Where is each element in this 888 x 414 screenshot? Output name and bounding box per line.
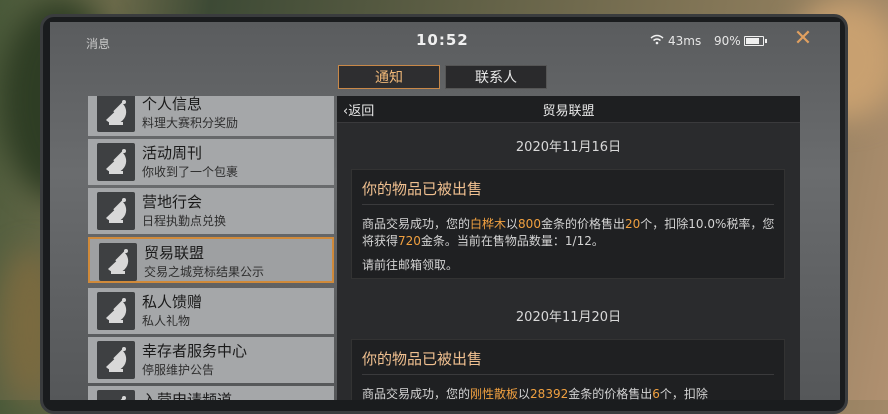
messages-label: 消息 — [86, 37, 111, 51]
list-item-title: 入营申请频道 — [142, 391, 233, 400]
satellite-dish-icon — [97, 341, 135, 379]
message-card: 你的物品已被出售 商品交易成功，您的白桦木以800金条的价格售出20个，扣除10… — [351, 169, 785, 279]
panel-title: 贸易联盟 — [542, 104, 595, 119]
message-date: 2020年11月16日 — [515, 140, 622, 155]
back-button[interactable]: ‹返回 — [343, 100, 374, 119]
satellite-dish-icon — [97, 143, 135, 181]
list-item-subtitle: 交易之城竞标结果公示 — [144, 265, 265, 279]
tab-contacts[interactable]: 联系人 — [445, 65, 547, 89]
list-item-title: 个人信息 — [142, 96, 203, 113]
list-item-personal-info[interactable]: 个人信息 料理大赛积分奖励 — [88, 96, 334, 136]
message-body: 商品交易成功，您的刚性散板以28392金条的价格售出6个，扣除 — [362, 387, 708, 400]
satellite-dish-icon — [97, 390, 135, 400]
list-item-title: 幸存者服务中心 — [142, 342, 248, 360]
list-item-title: 贸易联盟 — [144, 244, 205, 262]
satellite-dish-icon — [97, 292, 135, 330]
list-item-camp-application[interactable]: 入营申请频道 — [88, 386, 334, 400]
message-body: 商品交易成功，您的白桦木以800金条的价格售出20个，扣除10.0%税率，您将获… — [362, 217, 775, 248]
message-date: 2020年11月20日 — [515, 310, 622, 325]
status-bar: 消息 10:52 43ms 90% ✕ — [50, 22, 840, 60]
wifi-icon — [650, 34, 664, 48]
list-item-survivor-service[interactable]: 幸存者服务中心 停服维护公告 — [88, 337, 334, 383]
list-item-subtitle: 停服维护公告 — [142, 363, 215, 377]
channel-list[interactable]: 个人信息 料理大赛积分奖励 活动周刊 你收到了一个包裹 营地行会 日程执勤点兑换… — [88, 96, 336, 400]
list-item-title: 活动周刊 — [142, 144, 203, 162]
list-item-camp-guild[interactable]: 营地行会 日程执勤点兑换 — [88, 188, 334, 234]
ping-readout: 43ms — [668, 34, 702, 48]
list-item-title: 私人馈赠 — [142, 293, 203, 311]
message-heading: 你的物品已被出售 — [362, 350, 483, 368]
list-item-subtitle: 料理大赛积分奖励 — [142, 116, 239, 130]
list-item-weekly-events[interactable]: 活动周刊 你收到了一个包裹 — [88, 139, 334, 185]
list-item-private-gift[interactable]: 私人馈赠 私人礼物 — [88, 288, 334, 334]
message-panel: 贸易联盟 ‹返回 2020年11月16日 你的物品已被出售 商品交易成功，您的白… — [337, 96, 800, 400]
list-item-subtitle: 私人礼物 — [142, 314, 191, 328]
close-icon[interactable]: ✕ — [790, 26, 816, 52]
list-item-title: 营地行会 — [142, 193, 203, 211]
battery-icon — [744, 36, 767, 46]
satellite-dish-icon — [97, 192, 135, 230]
divider — [362, 374, 774, 375]
message-card: 你的物品已被出售 商品交易成功，您的刚性散板以28392金条的价格售出6个，扣除 — [351, 339, 785, 400]
message-note: 请前往邮箱领取。 — [362, 258, 459, 272]
satellite-dish-icon — [99, 243, 137, 281]
satellite-dish-icon — [97, 96, 135, 132]
panel-header: 贸易联盟 ‹返回 — [337, 96, 800, 123]
clock: 10:52 — [416, 31, 469, 49]
list-item-subtitle: 你收到了一个包裹 — [142, 165, 239, 179]
message-heading: 你的物品已被出售 — [362, 180, 483, 198]
battery-percent: 90% — [714, 34, 741, 48]
divider — [362, 204, 774, 205]
phone-screen: 消息 10:52 43ms 90% ✕ 通知 联系人 个人信息 料理大赛积分奖励… — [50, 22, 840, 400]
list-item-trade-alliance[interactable]: 贸易联盟 交易之城竞标结果公示 — [88, 237, 334, 283]
back-label: 返回 — [348, 104, 375, 119]
list-item-subtitle: 日程执勤点兑换 — [142, 214, 227, 228]
tab-notifications[interactable]: 通知 — [338, 65, 440, 89]
